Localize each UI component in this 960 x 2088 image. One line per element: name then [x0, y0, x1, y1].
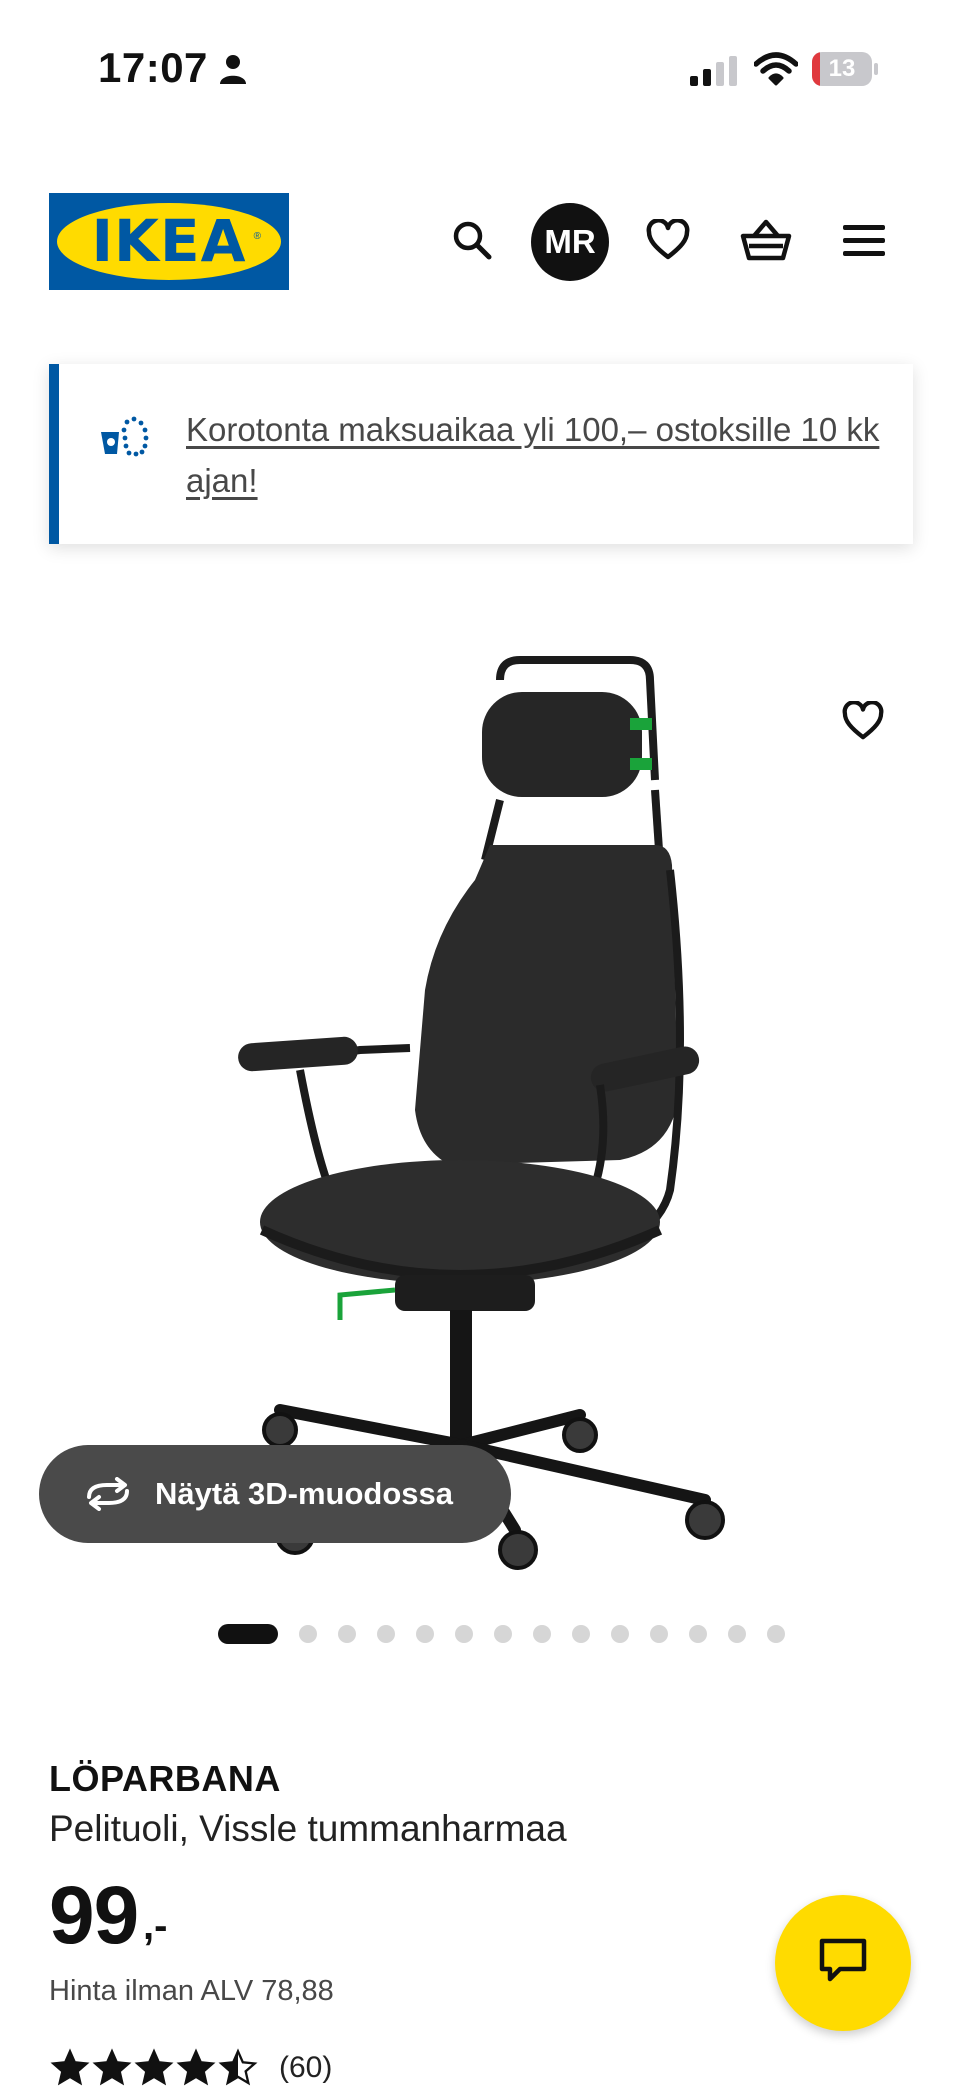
heart-icon: [841, 699, 885, 746]
star-icon: [218, 2048, 258, 2086]
product-image: [200, 630, 760, 1575]
heart-icon: [645, 217, 691, 266]
carousel-dot[interactable]: [728, 1625, 746, 1643]
star-icon: [134, 2048, 174, 2086]
product-description: Pelituoli, Vissle tummanharmaa: [49, 1808, 567, 1849]
basket-icon: [740, 218, 792, 267]
rating-stars: [49, 2048, 259, 2088]
review-count: (60): [279, 2051, 333, 2084]
view-3d-label: Näytä 3D-muodossa: [155, 1476, 454, 1511]
profile-button[interactable]: MR: [530, 202, 610, 282]
promo-link[interactable]: Korotonta maksuaikaa yli 100,– ostoksill…: [186, 404, 906, 506]
battery-icon: 13: [812, 52, 878, 86]
carousel-dot[interactable]: [455, 1625, 473, 1643]
chat-button[interactable]: [775, 1895, 911, 2031]
person-icon: [218, 54, 248, 89]
carousel-dot[interactable]: [218, 1624, 278, 1644]
save-favourite-button[interactable]: [830, 690, 896, 756]
payment-icon: [97, 414, 151, 465]
carousel-dot[interactable]: [611, 1625, 629, 1643]
signal-icon: [690, 56, 738, 91]
carousel-dot[interactable]: [650, 1625, 668, 1643]
rotate-3d-icon: [83, 1477, 133, 1511]
product-gallery[interactable]: Näytä 3D-muodossa: [0, 600, 960, 1570]
chat-icon: [818, 1937, 868, 1990]
carousel-dot[interactable]: [533, 1625, 551, 1643]
search-icon: [451, 219, 493, 266]
menu-button[interactable]: [824, 202, 904, 282]
product-price: 99: [49, 1870, 139, 1961]
site-header: IKEA ® MR: [0, 180, 960, 320]
price-excl-vat: Hinta ilman ALV 78,88: [49, 1975, 334, 2007]
star-icon: [50, 2048, 90, 2086]
star-icon: [176, 2048, 216, 2086]
carousel-dot[interactable]: [377, 1625, 395, 1643]
search-button[interactable]: [432, 202, 512, 282]
product-name: LÖPARBANA: [49, 1758, 281, 1799]
wifi-icon: [753, 52, 799, 91]
ikea-logo[interactable]: IKEA ®: [49, 193, 289, 290]
product-rating[interactable]: (60): [49, 2048, 332, 2088]
status-time: 17:07: [98, 44, 208, 91]
battery-level-text: 13: [828, 55, 856, 82]
carousel-dot[interactable]: [767, 1625, 785, 1643]
carousel-dot[interactable]: [416, 1625, 434, 1643]
carousel-dot[interactable]: [689, 1625, 707, 1643]
carousel-dot[interactable]: [299, 1625, 317, 1643]
carousel-indicator: [0, 1618, 960, 1648]
promo-banner: Korotonta maksuaikaa yli 100,– ostoksill…: [49, 364, 913, 544]
menu-icon: [843, 223, 885, 262]
price-suffix: ,-: [143, 1904, 168, 1948]
cart-button[interactable]: [726, 202, 806, 282]
carousel-dot[interactable]: [494, 1625, 512, 1643]
carousel-dot[interactable]: [338, 1625, 356, 1643]
view-3d-button[interactable]: Näytä 3D-muodossa: [39, 1445, 511, 1543]
star-icon: [92, 2048, 132, 2086]
avatar: MR: [531, 203, 609, 281]
favourites-button[interactable]: [628, 202, 708, 282]
status-bar: 17:07 13: [0, 0, 960, 140]
carousel-dot[interactable]: [572, 1625, 590, 1643]
